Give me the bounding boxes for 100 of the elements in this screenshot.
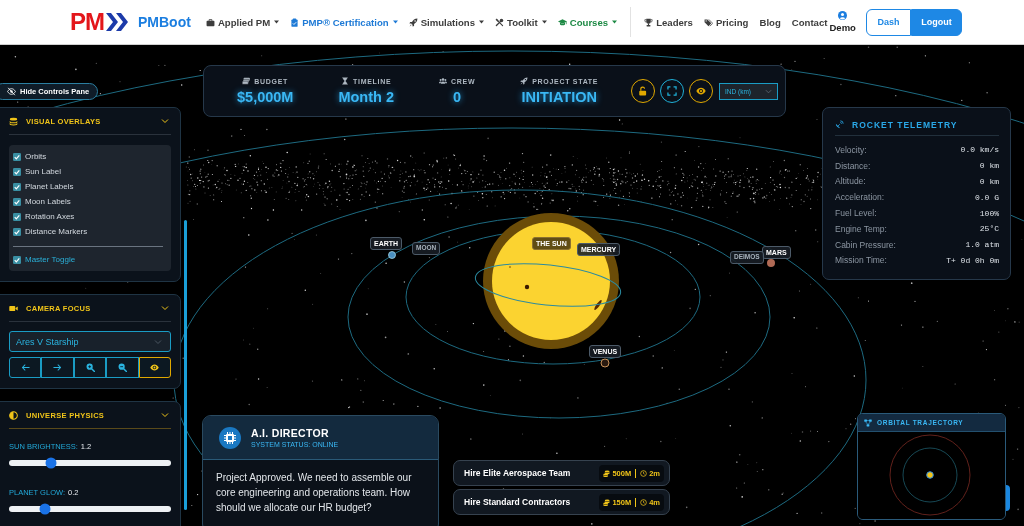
- logo-mark[interactable]: PM: [70, 10, 104, 34]
- zoom-in-button[interactable]: [73, 357, 107, 378]
- stat-value: INITIATION: [521, 89, 597, 105]
- director-message: Project Approved. We need to assemble our core engineering and operations team. How should we allocate our HR budget?: [216, 471, 413, 515]
- telemetry-label: Fuel Level:: [835, 208, 877, 219]
- rocket-icon: [520, 77, 529, 85]
- chevron-down-icon: [765, 87, 772, 95]
- nav-menu-item[interactable]: Applied PM: [205, 16, 280, 28]
- checkbox-label[interactable]: Rotation Axes: [25, 212, 75, 221]
- checkbox[interactable]: [13, 255, 21, 264]
- telemetry-label: Altitude:: [835, 176, 866, 187]
- telemetry-value: T+ 0d 0h 0m: [946, 255, 999, 265]
- chevron-down-icon[interactable]: [161, 304, 169, 312]
- pan-right-button[interactable]: [41, 357, 74, 378]
- chevron-down-icon[interactable]: [161, 117, 169, 125]
- checkbox-label[interactable]: Distance Markers: [25, 227, 88, 236]
- stack-icon: [9, 116, 18, 126]
- planet[interactable]: [600, 358, 610, 368]
- nav-menu-item[interactable]: PMP® Certification: [290, 16, 398, 28]
- eye-icon: [150, 363, 160, 372]
- nav-link[interactable]: Pricing: [703, 16, 749, 28]
- zoom-in-icon: [85, 363, 95, 372]
- chevron-down-icon[interactable]: [161, 411, 169, 419]
- planet[interactable]: [767, 259, 775, 267]
- brand-name[interactable]: PMBoot: [138, 14, 191, 30]
- telemetry-value: 100%: [979, 208, 999, 218]
- eye-icon: [696, 86, 706, 96]
- stat-value: Month 2: [338, 89, 394, 105]
- view-button[interactable]: [138, 357, 172, 378]
- user-account-link[interactable]: Demo: [829, 11, 856, 33]
- dash-button[interactable]: Dash: [865, 8, 911, 36]
- sun[interactable]: [483, 213, 619, 349]
- user-icon: [838, 11, 848, 20]
- nav-link[interactable]: Leaders: [644, 16, 693, 28]
- clock-icon: [640, 469, 648, 477]
- contrast-icon: [9, 410, 18, 420]
- satellite-dish-icon: [835, 120, 844, 129]
- coins-icon: [603, 469, 611, 477]
- telemetry-label: Distance:: [835, 160, 871, 171]
- trophy-icon: [644, 17, 654, 27]
- tags-icon: [703, 17, 713, 27]
- hourglass-icon: [341, 77, 350, 85]
- telemetry-label: Engine Temp:: [835, 223, 887, 234]
- slider-thumb[interactable]: [45, 457, 57, 469]
- telemetry-value: 0.0 km/s: [960, 145, 999, 155]
- stat-value: 0: [453, 89, 462, 105]
- zoom-out-button[interactable]: [106, 357, 139, 378]
- checkbox-label[interactable]: Planet Labels: [25, 182, 74, 191]
- video-camera-icon: [9, 303, 18, 313]
- graduation-cap-icon: [557, 17, 567, 27]
- nav-menu-item[interactable]: Simulations: [408, 16, 484, 28]
- checkbox-label[interactable]: Sun Label: [25, 167, 62, 176]
- sun-marker: [926, 471, 934, 479]
- padlock-icon: [638, 86, 648, 96]
- telemetry-value: 0 km: [979, 161, 999, 171]
- telemetry-value: 0 km: [979, 177, 999, 186]
- checkbox-label[interactable]: Moon Labels: [25, 197, 71, 206]
- nav-menu-item[interactable]: Toolkit: [495, 16, 547, 28]
- checkbox[interactable]: [13, 152, 21, 161]
- checkbox[interactable]: [13, 212, 21, 221]
- checkbox-label[interactable]: Master Toggle: [25, 255, 76, 264]
- slider-thumb[interactable]: [39, 503, 51, 515]
- chip-icon: [219, 426, 241, 449]
- users-icon: [439, 77, 447, 85]
- slider-track[interactable]: [9, 460, 171, 466]
- chevron-down-icon: [154, 337, 162, 346]
- telemetry-value: 1.0 atm: [965, 240, 999, 250]
- money-icon: [242, 77, 251, 85]
- pan-left-button[interactable]: [9, 357, 42, 378]
- telemetry-label: Velocity:: [835, 144, 867, 155]
- round-button[interactable]: [1006, 485, 1010, 511]
- zoom-out-icon: [117, 363, 127, 372]
- checkbox-label[interactable]: Orbits: [25, 152, 47, 161]
- eye-slash-icon: [7, 87, 16, 96]
- panel-title: ROCKET TELEMETRY: [852, 119, 958, 130]
- scrollbar[interactable]: [184, 220, 187, 510]
- telemetry-label: Mission Time:: [835, 255, 887, 266]
- diagram-icon: [864, 418, 872, 427]
- coins-icon: [603, 498, 611, 506]
- nav-menu-item[interactable]: Courses: [557, 16, 618, 28]
- logout-button[interactable]: Logout: [910, 8, 962, 36]
- double-chevron-icon[interactable]: [106, 13, 128, 31]
- checkbox[interactable]: [13, 197, 21, 206]
- clipboard-check-icon: [290, 17, 300, 27]
- planet[interactable]: [388, 251, 396, 259]
- checkbox[interactable]: [13, 182, 21, 191]
- director-title: A.I. DIRECTOR: [251, 427, 330, 439]
- fullscreen-icon: [667, 86, 677, 96]
- telemetry-value: 0.0 G: [975, 192, 999, 202]
- telemetry-label: Cabin Pressure:: [835, 239, 896, 250]
- checkbox[interactable]: [13, 167, 21, 176]
- nav-link[interactable]: Contact: [791, 16, 828, 28]
- stat-value: $5,000M: [237, 89, 294, 105]
- nav-link[interactable]: Blog: [759, 16, 781, 28]
- checkbox[interactable]: [13, 227, 21, 236]
- slider-track[interactable]: [9, 506, 171, 512]
- clock-icon: [640, 498, 648, 506]
- briefcase-icon: [205, 17, 215, 27]
- camera-target-select[interactable]: Ares V Starship: [9, 331, 171, 352]
- telemetry-value: 25°C: [979, 224, 999, 234]
